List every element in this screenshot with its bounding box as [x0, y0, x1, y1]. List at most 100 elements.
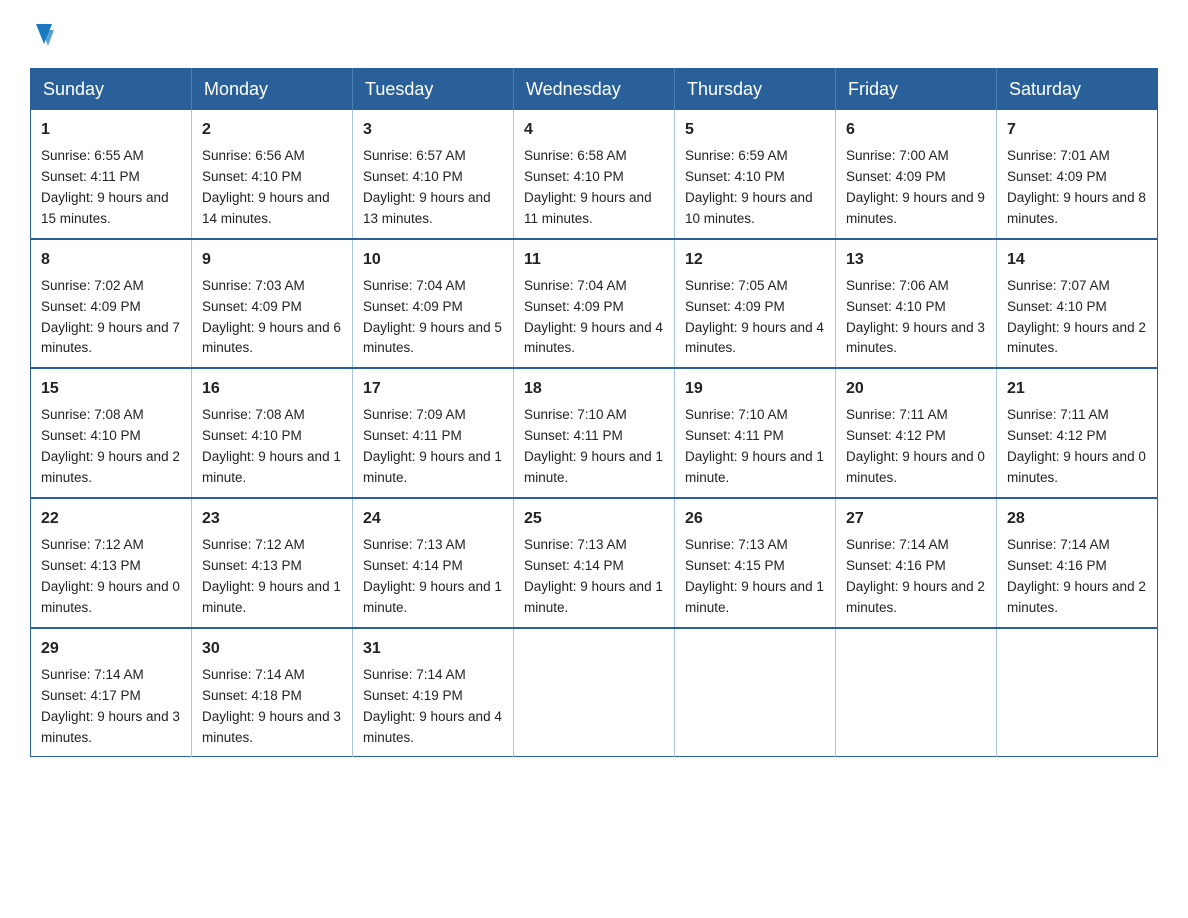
- day-info: Sunrise: 7:04 AMSunset: 4:09 PMDaylight:…: [363, 278, 502, 356]
- day-number: 30: [202, 637, 342, 661]
- calendar-cell: 15 Sunrise: 7:08 AMSunset: 4:10 PMDayligh…: [31, 368, 192, 498]
- day-number: 2: [202, 118, 342, 142]
- header-day-sunday: Sunday: [31, 69, 192, 111]
- header-day-monday: Monday: [192, 69, 353, 111]
- day-info: Sunrise: 7:10 AMSunset: 4:11 PMDaylight:…: [685, 407, 824, 485]
- day-number: 9: [202, 248, 342, 272]
- day-number: 6: [846, 118, 986, 142]
- day-info: Sunrise: 7:07 AMSunset: 4:10 PMDaylight:…: [1007, 278, 1146, 356]
- calendar-week-1: 1 Sunrise: 6:55 AMSunset: 4:11 PMDaylight…: [31, 110, 1158, 239]
- day-info: Sunrise: 7:02 AMSunset: 4:09 PMDaylight:…: [41, 278, 180, 356]
- day-info: Sunrise: 6:56 AMSunset: 4:10 PMDaylight:…: [202, 148, 330, 226]
- day-info: Sunrise: 7:12 AMSunset: 4:13 PMDaylight:…: [202, 537, 341, 615]
- day-info: Sunrise: 6:59 AMSunset: 4:10 PMDaylight:…: [685, 148, 813, 226]
- day-info: Sunrise: 6:55 AMSunset: 4:11 PMDaylight:…: [41, 148, 169, 226]
- day-info: Sunrise: 7:11 AMSunset: 4:12 PMDaylight:…: [1007, 407, 1146, 485]
- day-number: 31: [363, 637, 503, 661]
- day-number: 13: [846, 248, 986, 272]
- day-info: Sunrise: 7:13 AMSunset: 4:14 PMDaylight:…: [363, 537, 502, 615]
- calendar-cell: 29 Sunrise: 7:14 AMSunset: 4:17 PMDayligh…: [31, 628, 192, 757]
- day-number: 16: [202, 377, 342, 401]
- calendar-cell: 31 Sunrise: 7:14 AMSunset: 4:19 PMDayligh…: [353, 628, 514, 757]
- day-info: Sunrise: 7:10 AMSunset: 4:11 PMDaylight:…: [524, 407, 663, 485]
- calendar-cell: [514, 628, 675, 757]
- calendar-cell: 20Sunrise: 7:11 AMSunset: 4:12 PMDayligh…: [836, 368, 997, 498]
- calendar-cell: [997, 628, 1158, 757]
- day-number: 28: [1007, 507, 1147, 531]
- day-number: 11: [524, 248, 664, 272]
- day-info: Sunrise: 7:08 AMSunset: 4:10 PMDaylight:…: [202, 407, 341, 485]
- calendar-cell: 13 Sunrise: 7:06 AMSunset: 4:10 PMDayligh…: [836, 239, 997, 369]
- day-info: Sunrise: 7:13 AMSunset: 4:15 PMDaylight:…: [685, 537, 824, 615]
- day-number: 14: [1007, 248, 1147, 272]
- day-number: 1: [41, 118, 181, 142]
- calendar-header-row: SundayMondayTuesdayWednesdayThursdayFrid…: [31, 69, 1158, 111]
- day-info: Sunrise: 7:08 AMSunset: 4:10 PMDaylight:…: [41, 407, 180, 485]
- day-info: Sunrise: 7:14 AMSunset: 4:19 PMDaylight:…: [363, 667, 502, 745]
- calendar-cell: [675, 628, 836, 757]
- day-number: 22: [41, 507, 181, 531]
- day-info: Sunrise: 7:14 AMSunset: 4:16 PMDaylight:…: [1007, 537, 1146, 615]
- day-info: Sunrise: 7:09 AMSunset: 4:11 PMDaylight:…: [363, 407, 502, 485]
- calendar-cell: 6 Sunrise: 7:00 AMSunset: 4:09 PMDaylight…: [836, 110, 997, 239]
- logo-icon: [32, 22, 54, 48]
- calendar-week-5: 29 Sunrise: 7:14 AMSunset: 4:17 PMDayligh…: [31, 628, 1158, 757]
- day-number: 15: [41, 377, 181, 401]
- calendar-cell: 4 Sunrise: 6:58 AMSunset: 4:10 PMDaylight…: [514, 110, 675, 239]
- day-info: Sunrise: 7:13 AMSunset: 4:14 PMDaylight:…: [524, 537, 663, 615]
- day-number: 24: [363, 507, 503, 531]
- calendar-cell: 22Sunrise: 7:12 AMSunset: 4:13 PMDayligh…: [31, 498, 192, 628]
- day-number: 7: [1007, 118, 1147, 142]
- day-number: 12: [685, 248, 825, 272]
- calendar-cell: 7 Sunrise: 7:01 AMSunset: 4:09 PMDaylight…: [997, 110, 1158, 239]
- day-number: 4: [524, 118, 664, 142]
- calendar-cell: 25 Sunrise: 7:13 AMSunset: 4:14 PMDayligh…: [514, 498, 675, 628]
- day-info: Sunrise: 7:03 AMSunset: 4:09 PMDaylight:…: [202, 278, 341, 356]
- calendar-cell: 18 Sunrise: 7:10 AMSunset: 4:11 PMDayligh…: [514, 368, 675, 498]
- day-info: Sunrise: 7:14 AMSunset: 4:18 PMDaylight:…: [202, 667, 341, 745]
- day-number: 26: [685, 507, 825, 531]
- day-info: Sunrise: 7:00 AMSunset: 4:09 PMDaylight:…: [846, 148, 985, 226]
- calendar-cell: 30 Sunrise: 7:14 AMSunset: 4:18 PMDayligh…: [192, 628, 353, 757]
- calendar-cell: 9 Sunrise: 7:03 AMSunset: 4:09 PMDaylight…: [192, 239, 353, 369]
- calendar-cell: 23Sunrise: 7:12 AMSunset: 4:13 PMDayligh…: [192, 498, 353, 628]
- page-header: [30, 20, 1158, 48]
- day-info: Sunrise: 6:57 AMSunset: 4:10 PMDaylight:…: [363, 148, 491, 226]
- day-info: Sunrise: 7:06 AMSunset: 4:10 PMDaylight:…: [846, 278, 985, 356]
- calendar-cell: 27 Sunrise: 7:14 AMSunset: 4:16 PMDayligh…: [836, 498, 997, 628]
- logo: [30, 20, 54, 48]
- header-day-friday: Friday: [836, 69, 997, 111]
- header-day-wednesday: Wednesday: [514, 69, 675, 111]
- calendar-cell: [836, 628, 997, 757]
- calendar-cell: 10 Sunrise: 7:04 AMSunset: 4:09 PMDayligh…: [353, 239, 514, 369]
- day-number: 19: [685, 377, 825, 401]
- calendar-cell: 12 Sunrise: 7:05 AMSunset: 4:09 PMDayligh…: [675, 239, 836, 369]
- calendar-cell: 14 Sunrise: 7:07 AMSunset: 4:10 PMDayligh…: [997, 239, 1158, 369]
- day-info: Sunrise: 7:04 AMSunset: 4:09 PMDaylight:…: [524, 278, 663, 356]
- calendar-week-2: 8Sunrise: 7:02 AMSunset: 4:09 PMDaylight…: [31, 239, 1158, 369]
- calendar-cell: 1 Sunrise: 6:55 AMSunset: 4:11 PMDaylight…: [31, 110, 192, 239]
- day-info: Sunrise: 7:14 AMSunset: 4:16 PMDaylight:…: [846, 537, 985, 615]
- calendar-cell: 24 Sunrise: 7:13 AMSunset: 4:14 PMDayligh…: [353, 498, 514, 628]
- day-number: 18: [524, 377, 664, 401]
- day-info: Sunrise: 7:01 AMSunset: 4:09 PMDaylight:…: [1007, 148, 1146, 226]
- day-info: Sunrise: 7:05 AMSunset: 4:09 PMDaylight:…: [685, 278, 824, 356]
- day-number: 27: [846, 507, 986, 531]
- calendar-cell: 11 Sunrise: 7:04 AMSunset: 4:09 PMDayligh…: [514, 239, 675, 369]
- day-number: 25: [524, 507, 664, 531]
- header-day-saturday: Saturday: [997, 69, 1158, 111]
- day-number: 29: [41, 637, 181, 661]
- calendar-cell: 19 Sunrise: 7:10 AMSunset: 4:11 PMDayligh…: [675, 368, 836, 498]
- day-number: 10: [363, 248, 503, 272]
- day-number: 3: [363, 118, 503, 142]
- day-number: 5: [685, 118, 825, 142]
- calendar-cell: 21Sunrise: 7:11 AMSunset: 4:12 PMDayligh…: [997, 368, 1158, 498]
- calendar-cell: 5 Sunrise: 6:59 AMSunset: 4:10 PMDaylight…: [675, 110, 836, 239]
- calendar-cell: 8Sunrise: 7:02 AMSunset: 4:09 PMDaylight…: [31, 239, 192, 369]
- day-info: Sunrise: 6:58 AMSunset: 4:10 PMDaylight:…: [524, 148, 652, 226]
- calendar-cell: 16 Sunrise: 7:08 AMSunset: 4:10 PMDayligh…: [192, 368, 353, 498]
- header-day-thursday: Thursday: [675, 69, 836, 111]
- calendar-cell: 2 Sunrise: 6:56 AMSunset: 4:10 PMDaylight…: [192, 110, 353, 239]
- day-info: Sunrise: 7:14 AMSunset: 4:17 PMDaylight:…: [41, 667, 180, 745]
- calendar-cell: 17Sunrise: 7:09 AMSunset: 4:11 PMDayligh…: [353, 368, 514, 498]
